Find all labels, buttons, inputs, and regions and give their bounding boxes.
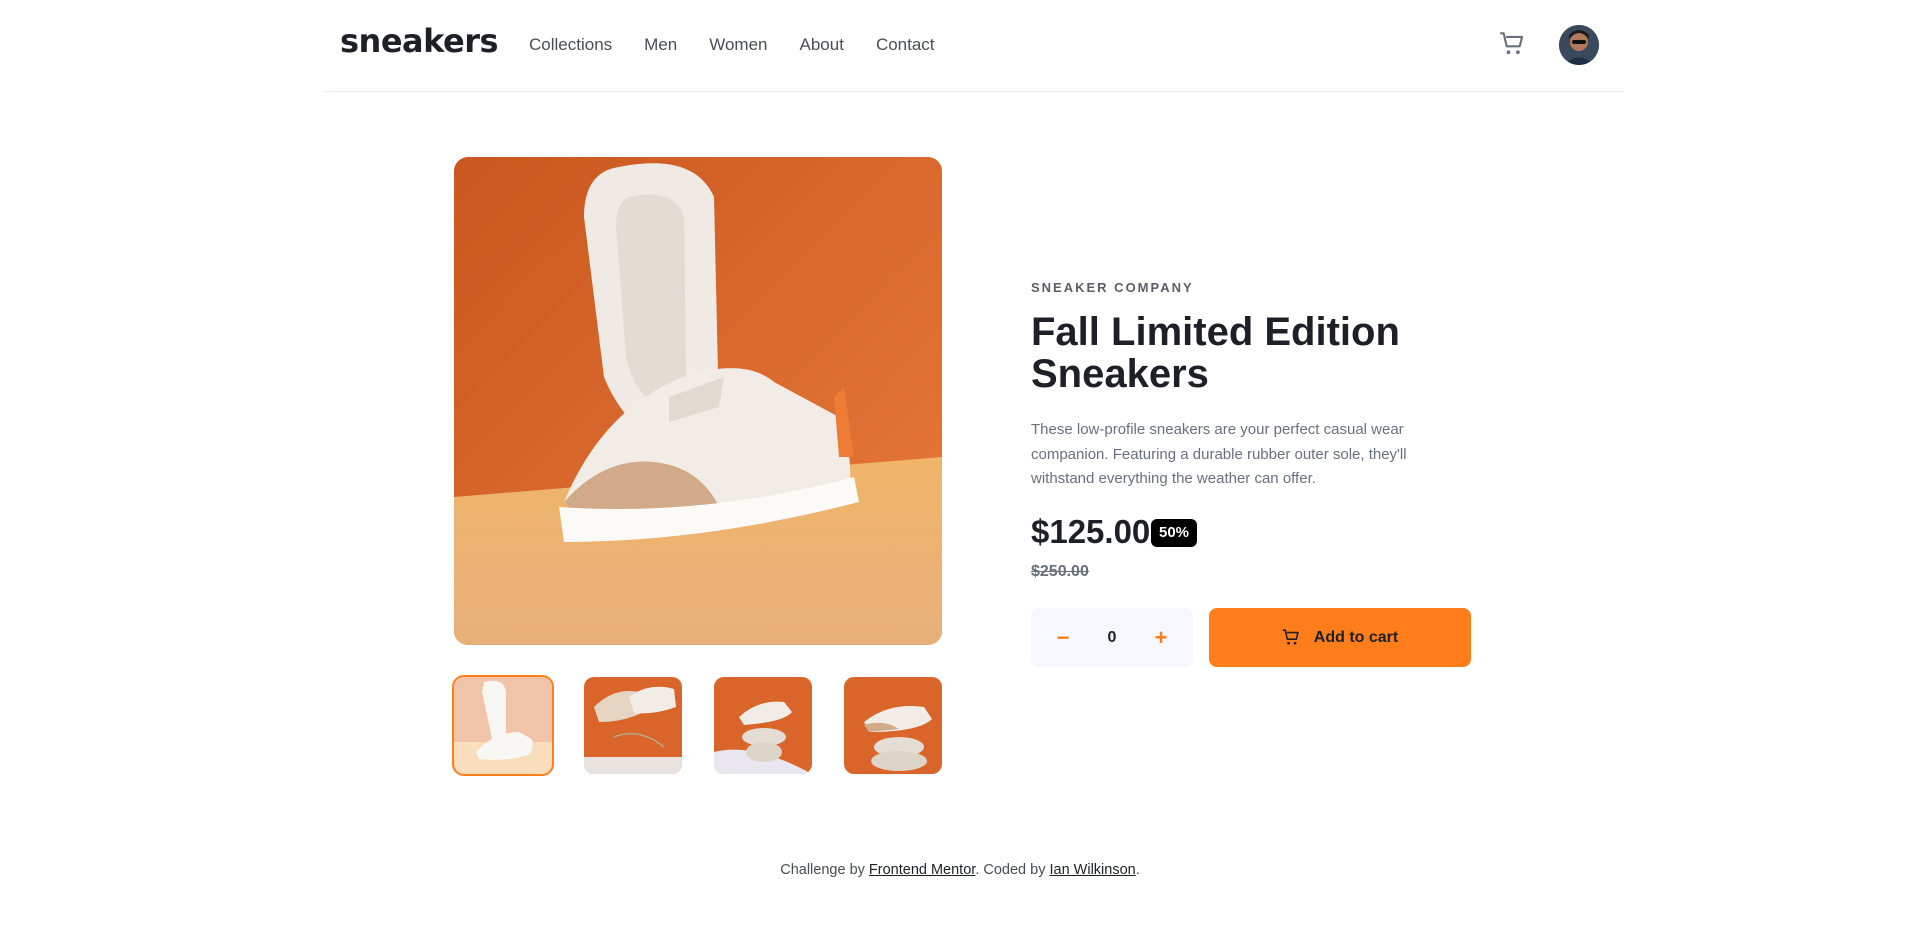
footer-prefix: Challenge by <box>780 862 869 878</box>
original-price: $250.00 <box>1031 563 1089 580</box>
author-link[interactable]: Ian Wilkinson <box>1049 862 1135 878</box>
footer-suffix: . <box>1135 862 1140 878</box>
quantity-stepper: − + <box>1031 608 1193 667</box>
sneaker-photo <box>454 157 942 645</box>
nav-item-contact[interactable]: Contact <box>876 35 935 55</box>
thumbnail-2[interactable] <box>584 677 682 774</box>
product-description: These low-profile sneakers are your perf… <box>1031 421 1407 487</box>
thumbnail-4[interactable] <box>844 677 942 774</box>
avatar-image <box>1559 25 1599 65</box>
nav-item-men[interactable]: Men <box>644 35 677 55</box>
footer-middle: . Coded by <box>975 862 1050 878</box>
main-nav: Collections Men Women About Contact <box>529 35 967 55</box>
thumbnail-2-image <box>584 677 682 774</box>
cart-icon <box>1282 629 1299 645</box>
thumbnail-3[interactable] <box>714 677 812 774</box>
thumbnail-3-image <box>714 677 812 774</box>
product-title: Fall Limited Edition Sneakers <box>1031 310 1400 396</box>
nav-item-about[interactable]: About <box>800 35 844 55</box>
thumbnail-4-image <box>844 677 942 774</box>
nav-item-women[interactable]: Women <box>709 35 767 55</box>
thumbnail-1[interactable] <box>452 675 554 776</box>
quantity-input[interactable] <box>1079 608 1145 667</box>
add-to-cart-label: Add to cart <box>1313 628 1399 646</box>
cart-icon[interactable] <box>1499 32 1525 56</box>
frontend-mentor-link[interactable]: Frontend Mentor <box>869 862 975 878</box>
increase-quantity-button[interactable]: + <box>1137 608 1185 667</box>
company-label: SNEAKER COMPANY <box>1031 280 1194 295</box>
current-price: $125.00 <box>1031 513 1151 550</box>
site-header: sneakers Collections Men Women About Con… <box>324 0 1624 92</box>
attribution-footer: Challenge by Frontend Mentor. Coded by I… <box>0 862 1920 878</box>
nav-item-collections[interactable]: Collections <box>529 35 612 55</box>
thumbnail-1-image <box>454 677 552 774</box>
add-to-cart-button[interactable]: Add to cart <box>1209 608 1471 667</box>
discount-badge: 50% <box>1151 519 1198 547</box>
product-main-image[interactable] <box>454 157 942 645</box>
user-avatar[interactable] <box>1559 25 1599 65</box>
brand-logo[interactable]: sneakers <box>340 22 499 60</box>
thumbnail-strip <box>452 675 942 776</box>
